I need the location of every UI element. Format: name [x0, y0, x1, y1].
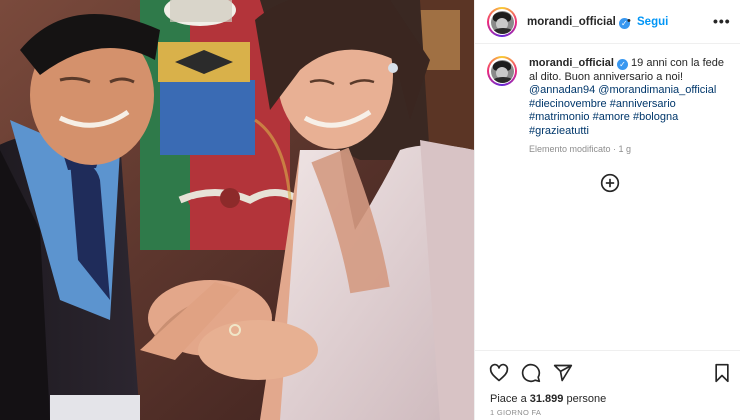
post-side-panel: morandi_official ✓ • Segui ••• morandi_of… [474, 0, 740, 420]
likes-suffix: persone [566, 393, 607, 405]
post-image [0, 0, 474, 420]
avatar-image [490, 10, 514, 34]
follow-button[interactable]: Segui [637, 16, 668, 28]
mention-link[interactable]: @morandimania_official [598, 84, 716, 96]
hashtag-link[interactable]: #diecinovembre [529, 98, 607, 110]
likes-prefix: Piace a [490, 393, 527, 405]
more-options-icon[interactable]: ••• [713, 13, 731, 29]
post-header: morandi_official ✓ • Segui ••• [475, 0, 740, 44]
bookmark-icon[interactable] [712, 363, 732, 383]
avatar[interactable] [487, 7, 517, 37]
mention-link[interactable]: @annadan94 [529, 84, 595, 96]
heart-icon[interactable] [489, 363, 509, 383]
post-photo[interactable] [0, 0, 474, 420]
hashtag-link[interactable]: #grazieatutti [529, 125, 589, 137]
likes-count[interactable]: Piace a 31.899 persone [490, 393, 606, 405]
comment-icon[interactable] [521, 363, 541, 383]
caption: morandi_official ✓ 19 anni con la fede al… [529, 57, 729, 156]
caption-verified-icon: ✓ [616, 59, 628, 70]
caption-meta: Elemento modificato · 1 g [529, 143, 632, 154]
hashtag-link[interactable]: #bologna [633, 111, 678, 123]
post-actions: Piace a 31.899 persone 1 GIORNO FA [475, 350, 740, 420]
header-username[interactable]: morandi_official ✓ [527, 16, 630, 29]
header-separator: • [627, 15, 631, 27]
hashtag-link[interactable]: #matrimonio [529, 111, 590, 123]
add-circle-icon[interactable] [600, 173, 620, 193]
post-date[interactable]: 1 GIORNO FA [490, 408, 541, 417]
caption-avatar-image [490, 59, 514, 83]
hashtag-link[interactable]: #anniversario [610, 98, 676, 110]
hashtag-link[interactable]: #amore [593, 111, 630, 123]
share-icon[interactable] [553, 363, 573, 383]
caption-avatar[interactable] [487, 56, 517, 86]
likes-number[interactable]: 31.899 [530, 393, 564, 405]
header-username-text[interactable]: morandi_official [527, 16, 616, 28]
caption-username[interactable]: morandi_official [529, 57, 614, 69]
